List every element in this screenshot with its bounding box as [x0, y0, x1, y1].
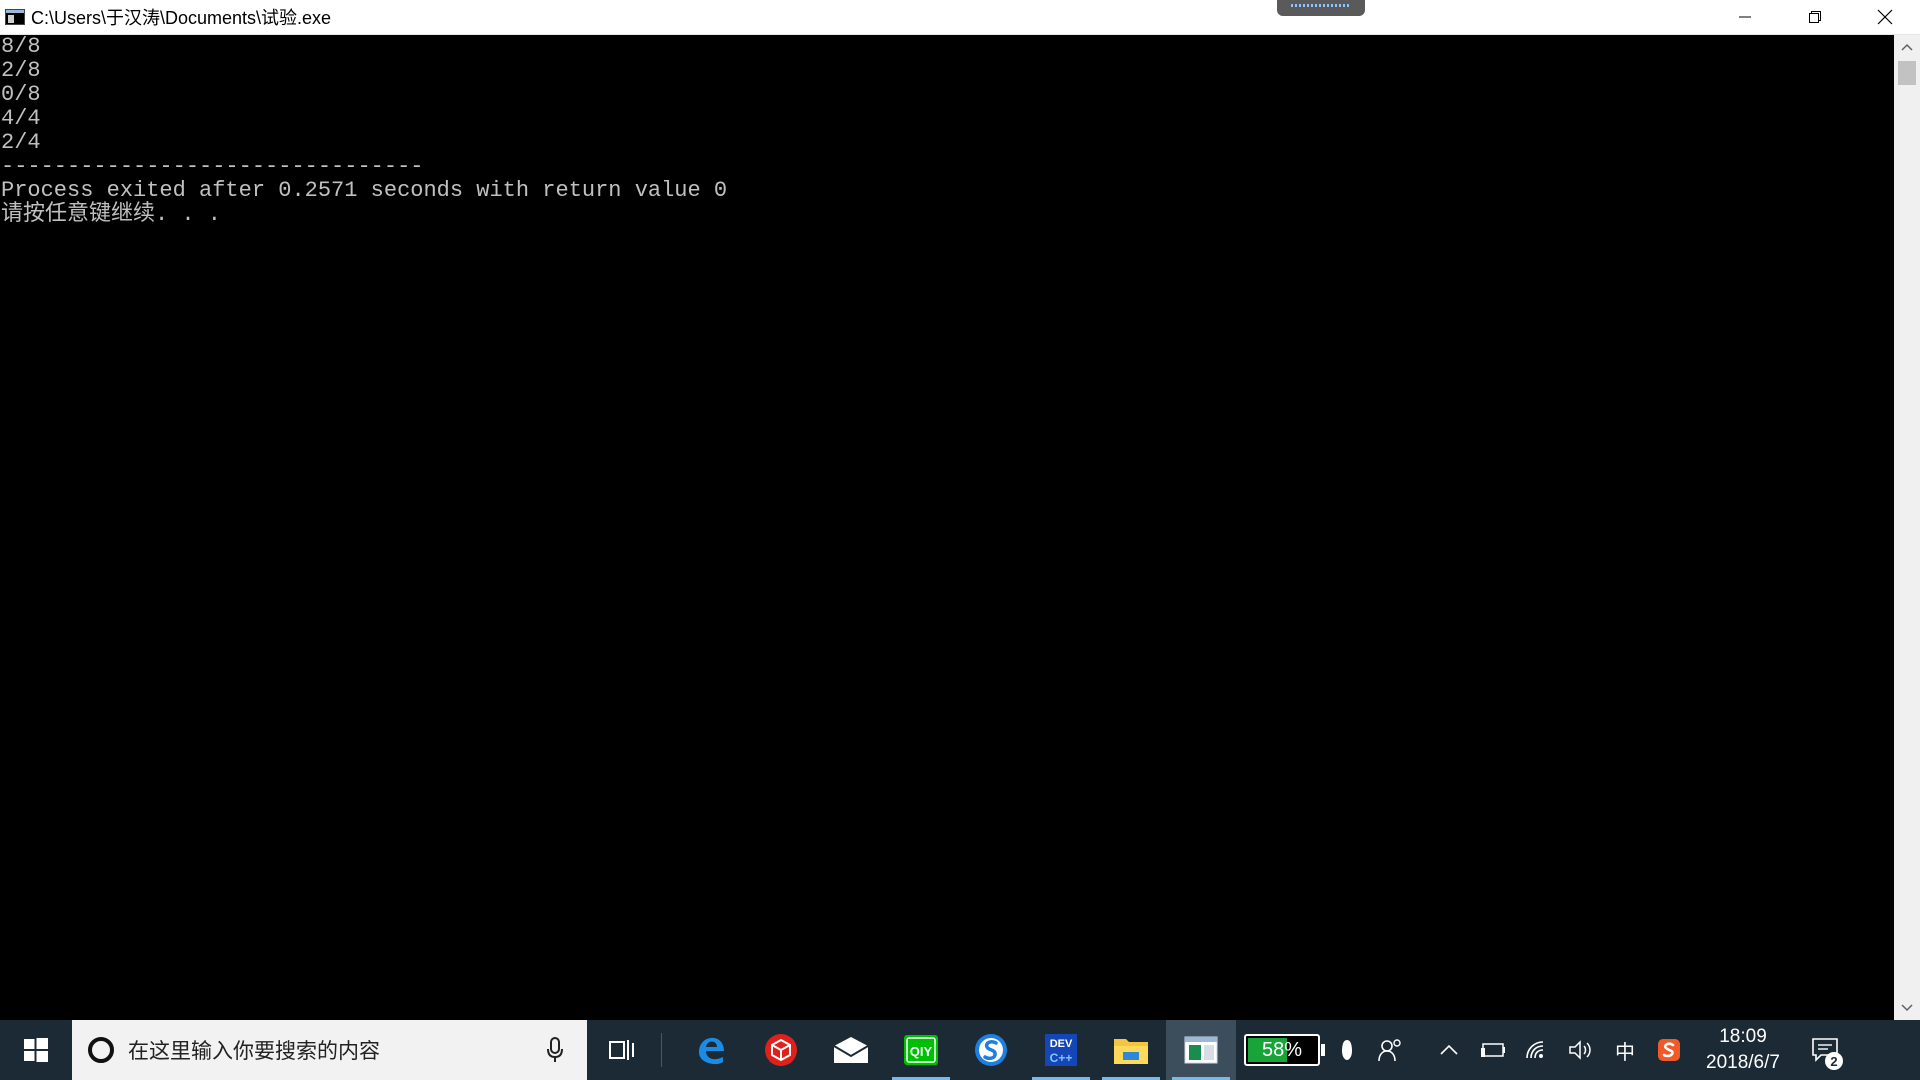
- cortana-icon[interactable]: [88, 1037, 114, 1063]
- clock-date: 2018/6/7: [1706, 1052, 1780, 1073]
- tray-show-hidden-button[interactable]: [1427, 1020, 1471, 1080]
- chevron-up-icon: [1440, 1045, 1458, 1055]
- taskbar-app-edge[interactable]: [676, 1020, 746, 1080]
- task-view-button[interactable]: [587, 1020, 657, 1080]
- iqiyi-icon: QIY: [904, 1035, 938, 1065]
- microphone-button[interactable]: [543, 1035, 567, 1065]
- close-icon: [1877, 9, 1893, 25]
- close-button[interactable]: [1850, 0, 1920, 34]
- taskbar: 在这里输入你要搜索的内容 QIY DEV C++ 58% 中 18:09 201…: [0, 1020, 1920, 1080]
- console-line: 2/8: [1, 58, 41, 83]
- speaker-icon: [1569, 1040, 1591, 1060]
- scroll-down-button[interactable]: [1894, 996, 1920, 1020]
- tray-power-button[interactable]: [1471, 1020, 1515, 1080]
- console-line: 8/8: [1, 34, 41, 59]
- search-input[interactable]: 在这里输入你要搜索的内容: [128, 1035, 543, 1065]
- microphone-icon: [547, 1037, 563, 1062]
- taskbar-app-file-explorer[interactable]: [1096, 1020, 1166, 1080]
- taskbar-app-sogou-browser[interactable]: [956, 1020, 1026, 1080]
- restore-icon: [1809, 11, 1821, 23]
- sogou-browser-icon: [975, 1034, 1007, 1066]
- tray-mouse-indicator[interactable]: [1325, 1020, 1369, 1080]
- tray-input-method-button[interactable]: 中: [1603, 1020, 1647, 1080]
- tray-people-button[interactable]: [1369, 1020, 1413, 1080]
- taskbar-clock[interactable]: 18:09 2018/6/7: [1691, 1020, 1795, 1080]
- console-line: 4/4: [1, 106, 41, 131]
- sogou-input-icon: [1658, 1039, 1680, 1061]
- taskbar-app-red-box[interactable]: [746, 1020, 816, 1080]
- notification-count-badge: 2: [1825, 1052, 1843, 1070]
- chevron-up-icon: [1901, 43, 1913, 51]
- dev-cpp-icon: DEV C++: [1045, 1034, 1077, 1066]
- mail-icon: [833, 1037, 869, 1063]
- start-button[interactable]: [0, 1020, 72, 1080]
- taskbar-app-iqiyi[interactable]: QIY: [886, 1020, 956, 1080]
- console-line: 0/8: [1, 82, 41, 107]
- battery-percent: 58%: [1261, 1038, 1303, 1061]
- tray-network-button[interactable]: [1515, 1020, 1559, 1080]
- title-bar[interactable]: C:\Users\于汉涛\Documents\试验.exe: [0, 0, 1920, 35]
- console-line: 请按任意键继续. . .: [1, 202, 222, 227]
- taskbar-app-mail[interactable]: [816, 1020, 886, 1080]
- taskbar-app-console[interactable]: [1166, 1020, 1236, 1080]
- console-line: 2/4: [1, 130, 41, 155]
- search-box[interactable]: 在这里输入你要搜索的内容: [72, 1020, 587, 1080]
- file-explorer-icon: [1114, 1039, 1148, 1064]
- windows-logo-icon: [24, 1038, 48, 1062]
- task-view-icon: [609, 1040, 634, 1060]
- restore-button[interactable]: [1780, 0, 1850, 34]
- minimize-icon: [1739, 16, 1751, 18]
- console-separator: --------------------------------: [1, 154, 424, 179]
- red-box-app-icon: [765, 1034, 797, 1066]
- window-controls: [1710, 0, 1920, 34]
- window-title: C:\Users\于汉涛\Documents\试验.exe: [31, 8, 332, 28]
- people-icon: [1378, 1039, 1401, 1062]
- console-window-icon: [1184, 1036, 1218, 1064]
- action-center-button[interactable]: 2: [1795, 1020, 1855, 1080]
- console-app-icon[interactable]: [5, 9, 25, 25]
- mouse-indicator-icon: [1342, 1040, 1352, 1060]
- chevron-down-icon: [1901, 1004, 1913, 1012]
- battery-widget[interactable]: 58%: [1244, 1034, 1320, 1066]
- tray-volume-button[interactable]: [1559, 1020, 1603, 1080]
- tray-sogou-input-button[interactable]: [1647, 1020, 1691, 1080]
- svg-text:DEV: DEV: [1050, 1038, 1073, 1050]
- edge-icon: [699, 1037, 724, 1065]
- console-line: Process exited after 0.2571 seconds with…: [1, 178, 728, 203]
- svg-text:QIY: QIY: [910, 1044, 933, 1059]
- console-output[interactable]: 8/8 2/8 0/8 4/4 2/4 --------------------…: [0, 35, 1894, 1020]
- ime-label: 中: [1615, 1039, 1635, 1064]
- wifi-icon: [1526, 1041, 1544, 1059]
- taskbar-app-dev-cpp[interactable]: DEV C++: [1026, 1020, 1096, 1080]
- taskbar-divider: [661, 1033, 662, 1067]
- console-window: C:\Users\于汉涛\Documents\试验.exe 8/8 2/8 0/…: [0, 0, 1920, 1020]
- svg-text:C++: C++: [1050, 1051, 1073, 1065]
- scroll-up-button[interactable]: [1894, 35, 1920, 59]
- vertical-scrollbar[interactable]: [1894, 35, 1920, 1020]
- scroll-thumb[interactable]: [1898, 61, 1916, 85]
- minimize-button[interactable]: [1710, 0, 1780, 34]
- clock-time: 18:09: [1719, 1026, 1767, 1047]
- top-grip-handle[interactable]: [1277, 0, 1365, 16]
- battery-icon: [1481, 1043, 1505, 1057]
